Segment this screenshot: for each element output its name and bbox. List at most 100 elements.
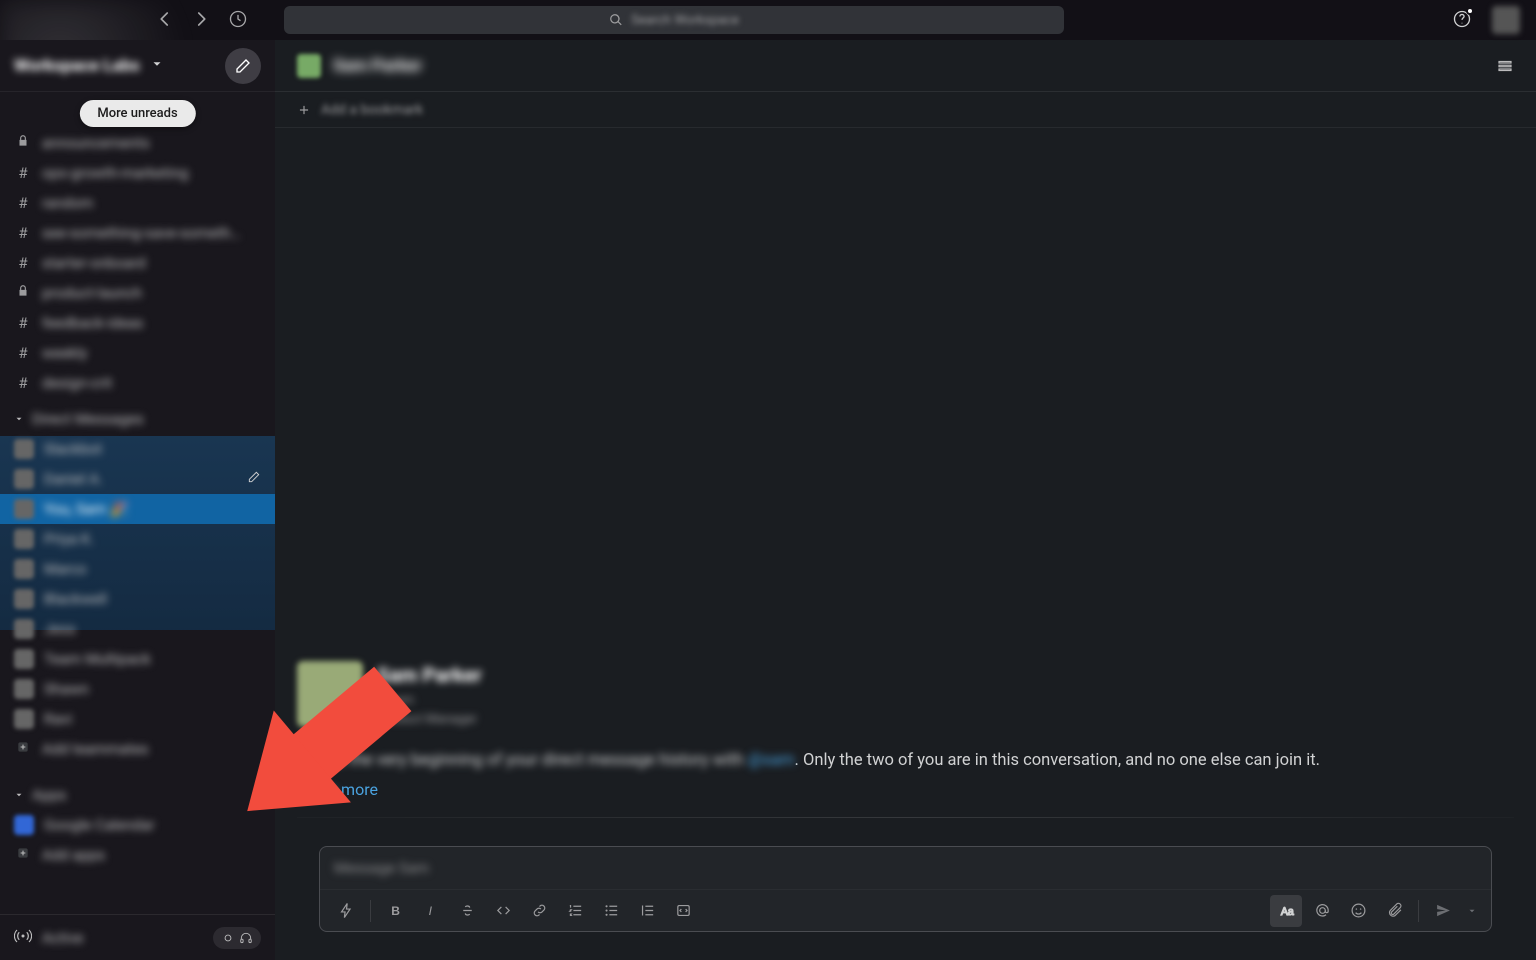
dm-label: Ravi bbox=[44, 710, 72, 728]
paperclip-icon bbox=[1386, 902, 1403, 919]
dm-avatar bbox=[14, 649, 34, 669]
broadcast-icon[interactable] bbox=[14, 927, 32, 949]
dm-item-selected[interactable]: You, Sam 🎉 bbox=[0, 494, 275, 524]
channel-item[interactable]: #see-something-save-someth… bbox=[0, 218, 275, 248]
dm-intro-prefix: This is the very beginning of your direc… bbox=[297, 751, 748, 770]
channel-item[interactable]: #weekly bbox=[0, 338, 275, 368]
send-options-button[interactable] bbox=[1463, 906, 1481, 916]
dm-avatar bbox=[14, 469, 34, 489]
channel-label: ops-growth-marketing bbox=[42, 164, 188, 182]
dm-avatar bbox=[14, 499, 34, 519]
history-button[interactable] bbox=[228, 9, 248, 32]
apps-list: Google Calendar Add apps bbox=[0, 810, 275, 876]
arrow-left-icon bbox=[156, 10, 174, 28]
dm-item[interactable]: Priya K. bbox=[0, 524, 275, 554]
code-block-icon bbox=[675, 902, 692, 919]
conversation-settings-button[interactable] bbox=[1496, 50, 1514, 82]
nav-forward-button[interactable] bbox=[192, 10, 210, 31]
shortcuts-button[interactable] bbox=[330, 895, 362, 927]
learn-more-link[interactable]: Learn more bbox=[297, 780, 378, 799]
sidebar-scroll-area[interactable]: More unreads announcements #ops-growth-m… bbox=[0, 92, 275, 914]
messages-pane[interactable]: Sam Parker @sam Product Manager This is … bbox=[275, 128, 1536, 960]
add-apps-item[interactable]: Add apps bbox=[0, 840, 275, 870]
italic-button[interactable]: I bbox=[415, 895, 447, 927]
channel-item[interactable]: #design-crit bbox=[0, 368, 275, 398]
dm-item[interactable]: Shawn bbox=[0, 674, 275, 704]
hash-icon: # bbox=[14, 374, 32, 392]
composer-input[interactable]: Message Sam bbox=[320, 847, 1491, 889]
dm-item[interactable]: Jess bbox=[0, 614, 275, 644]
send-button[interactable] bbox=[1427, 895, 1459, 927]
bulleted-list-button[interactable] bbox=[595, 895, 627, 927]
caret-down-icon bbox=[14, 790, 24, 800]
text-format-icon: Aa bbox=[1278, 902, 1295, 919]
workspace-header[interactable]: Workspace Labs bbox=[0, 40, 275, 92]
dm-item[interactable]: Slackbot bbox=[0, 434, 275, 464]
add-apps-label: Add apps bbox=[42, 846, 105, 864]
top-nav-bar: Search Workspace bbox=[0, 0, 1536, 40]
ordered-list-button[interactable] bbox=[559, 895, 591, 927]
attach-button[interactable] bbox=[1378, 895, 1410, 927]
dm-item[interactable]: Marco bbox=[0, 554, 275, 584]
more-unreads-pill[interactable]: More unreads bbox=[79, 100, 195, 127]
dm-avatar bbox=[14, 709, 34, 729]
dm-label: You, Sam 🎉 bbox=[44, 500, 129, 518]
nav-back-button[interactable] bbox=[156, 10, 174, 31]
channel-item[interactable]: product-launch bbox=[0, 278, 275, 308]
channel-item[interactable]: #ops-growth-marketing bbox=[0, 158, 275, 188]
dm-item[interactable]: Ravi bbox=[0, 704, 275, 734]
strikethrough-button[interactable] bbox=[451, 895, 483, 927]
dm-intro-name[interactable]: Sam Parker bbox=[377, 663, 482, 687]
dm-item[interactable]: Blackwell bbox=[0, 584, 275, 614]
dm-item[interactable]: Daniel A. bbox=[0, 464, 275, 494]
link-button[interactable] bbox=[523, 895, 555, 927]
apps-section-header[interactable]: Apps bbox=[0, 780, 275, 810]
hash-icon: # bbox=[14, 194, 32, 212]
add-teammates-item[interactable]: Add teammates bbox=[0, 734, 275, 764]
plus-icon bbox=[14, 740, 32, 758]
search-placeholder: Search Workspace bbox=[631, 13, 739, 28]
dm-intro-avatar[interactable] bbox=[297, 661, 363, 727]
code-button[interactable] bbox=[487, 895, 519, 927]
dm-intro-mention[interactable]: @sam bbox=[748, 751, 795, 770]
search-bar[interactable]: Search Workspace bbox=[284, 6, 1064, 34]
apps-section-label: Apps bbox=[32, 786, 66, 804]
emoji-button[interactable] bbox=[1342, 895, 1374, 927]
emoji-icon bbox=[1350, 902, 1367, 919]
composer-toolbar: B I Aa bbox=[320, 889, 1491, 931]
dm-label: Jess bbox=[44, 620, 76, 638]
svg-text:I: I bbox=[428, 904, 432, 918]
headphones-icon bbox=[239, 931, 253, 945]
toolbar-separator bbox=[1418, 900, 1419, 922]
channel-label: starter-onboard bbox=[42, 254, 146, 272]
footer-toggle-pill[interactable] bbox=[213, 927, 261, 949]
channel-item[interactable]: #starter-onboard bbox=[0, 248, 275, 278]
channel-item[interactable]: #random bbox=[0, 188, 275, 218]
help-button[interactable] bbox=[1452, 9, 1472, 32]
blockquote-button[interactable] bbox=[631, 895, 663, 927]
dm-intro-description: This is the very beginning of your direc… bbox=[297, 749, 1514, 774]
app-item[interactable]: Google Calendar bbox=[0, 810, 275, 840]
dm-avatar bbox=[14, 619, 34, 639]
bookmark-bar[interactable]: Add a bookmark bbox=[275, 92, 1536, 128]
dm-label: Shawn bbox=[44, 680, 89, 698]
dm-item[interactable]: Team Multipack bbox=[0, 644, 275, 674]
current-user-avatar[interactable] bbox=[1492, 6, 1520, 34]
channel-item[interactable]: #feedback-ideas bbox=[0, 308, 275, 338]
bold-button[interactable]: B bbox=[379, 895, 411, 927]
dm-avatar bbox=[14, 529, 34, 549]
conversation-title[interactable]: Sam Parker bbox=[333, 56, 422, 76]
dm-section-header[interactable]: Direct Messages bbox=[0, 404, 275, 434]
dm-section-label: Direct Messages bbox=[32, 410, 144, 428]
mention-button[interactable] bbox=[1306, 895, 1338, 927]
chevron-down-icon bbox=[1467, 906, 1477, 916]
channel-item[interactable]: announcements bbox=[0, 128, 275, 158]
format-toggle-button[interactable]: Aa bbox=[1270, 895, 1302, 927]
dm-avatar bbox=[14, 679, 34, 699]
add-teammates-label: Add teammates bbox=[42, 740, 149, 758]
compose-new-message-button[interactable] bbox=[225, 48, 261, 84]
bold-icon: B bbox=[387, 902, 404, 919]
code-block-button[interactable] bbox=[667, 895, 699, 927]
plus-icon bbox=[14, 846, 32, 864]
conversation-avatar[interactable] bbox=[297, 54, 321, 78]
